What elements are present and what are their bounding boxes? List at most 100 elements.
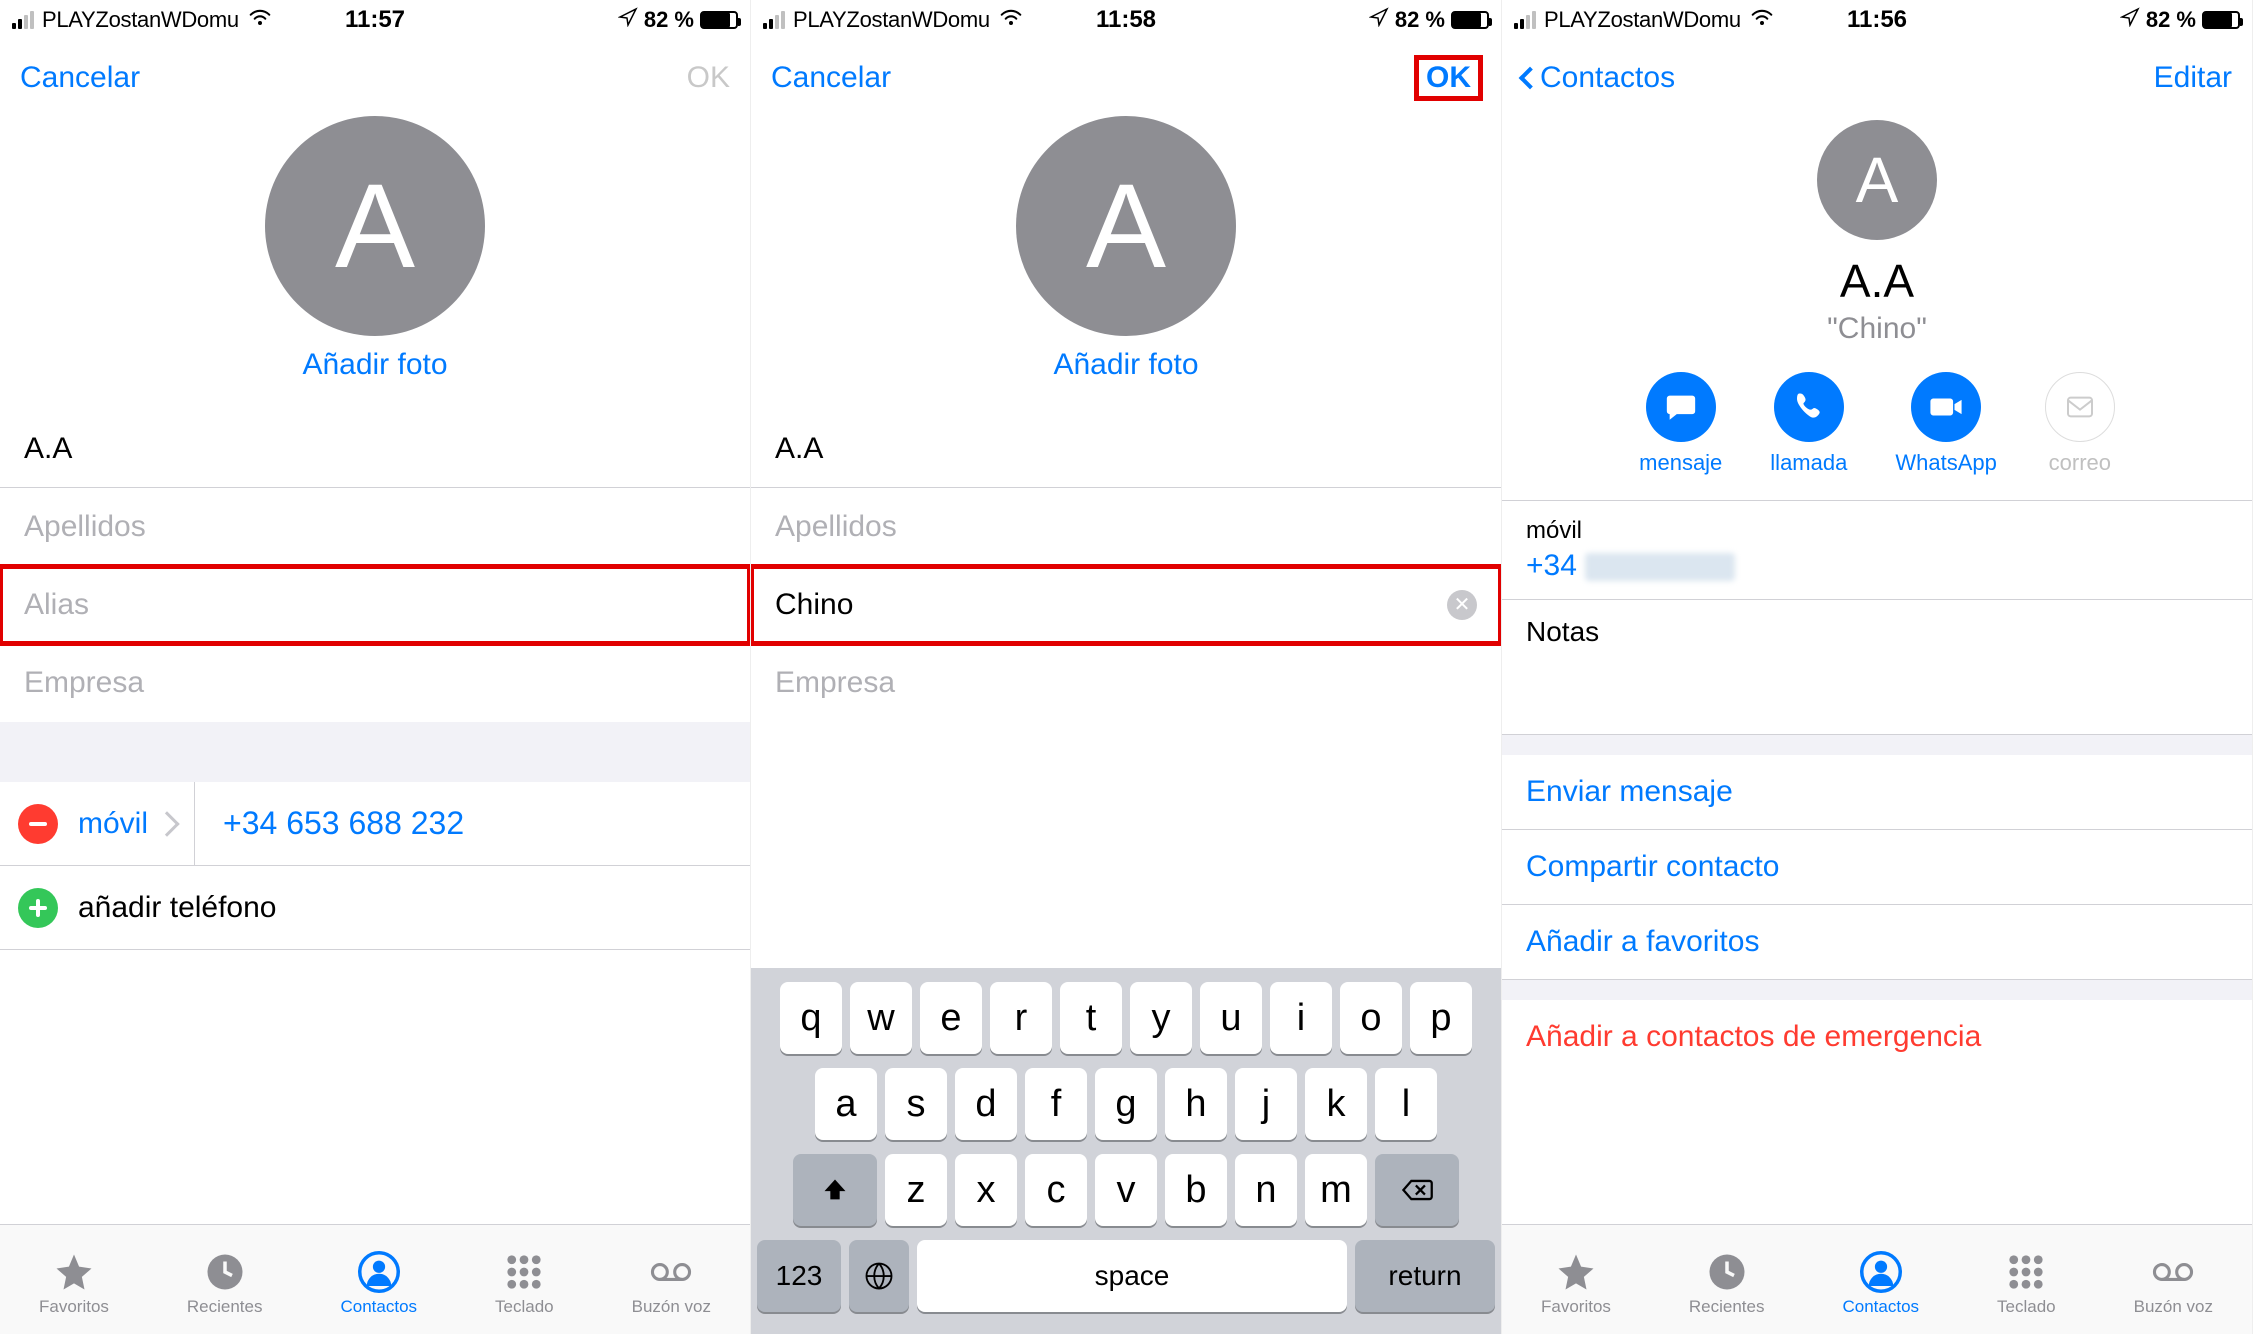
- contact-icon: [358, 1251, 400, 1293]
- clock: 11:57: [345, 6, 405, 34]
- key-i[interactable]: i: [1270, 982, 1332, 1054]
- carrier-label: PLAYZostanWDomu: [1544, 7, 1741, 33]
- quick-actions: mensaje llamada WhatsApp correo: [1639, 372, 2115, 476]
- alias-input[interactable]: [24, 588, 726, 622]
- alias-field[interactable]: ✕: [751, 566, 1501, 644]
- avatar-section: A Añadir foto: [751, 116, 1501, 410]
- emergency-contact-link[interactable]: Añadir a contactos de emergencia: [1502, 1000, 2252, 1074]
- company-input[interactable]: [24, 666, 726, 700]
- ok-button[interactable]: OK: [1416, 57, 1481, 99]
- first-name-input[interactable]: [775, 432, 1477, 466]
- share-contact-link[interactable]: Compartir contacto: [1502, 830, 2252, 905]
- avatar-placeholder[interactable]: A: [265, 116, 485, 336]
- carrier-label: PLAYZostanWDomu: [42, 7, 239, 33]
- phone-row[interactable]: móvil +34 653 688 232: [0, 782, 750, 866]
- key-m[interactable]: m: [1305, 1154, 1367, 1226]
- key-n[interactable]: n: [1235, 1154, 1297, 1226]
- key-d[interactable]: d: [955, 1068, 1017, 1140]
- tab-keypad[interactable]: Teclado: [1997, 1251, 2056, 1317]
- return-key[interactable]: return: [1355, 1240, 1495, 1312]
- delete-phone-icon[interactable]: [18, 804, 58, 844]
- first-name-field[interactable]: [0, 410, 750, 488]
- tab-voicemail[interactable]: Buzón voz: [2134, 1251, 2213, 1317]
- voicemail-icon: [650, 1251, 692, 1293]
- backspace-key[interactable]: [1375, 1154, 1459, 1226]
- pane-edit-contact-alias-filled: PLAYZostanWDomu 11:58 82 % Cancelar OK A…: [751, 0, 1502, 1334]
- tab-recents[interactable]: Recientes: [187, 1251, 263, 1317]
- key-o[interactable]: o: [1340, 982, 1402, 1054]
- add-favorites-link[interactable]: Añadir a favoritos: [1502, 905, 2252, 980]
- key-r[interactable]: r: [990, 982, 1052, 1054]
- edit-button[interactable]: Editar: [2154, 61, 2232, 95]
- last-name-field[interactable]: [751, 488, 1501, 566]
- cancel-button[interactable]: Cancelar: [771, 61, 891, 95]
- action-call[interactable]: llamada: [1770, 372, 1847, 476]
- key-p[interactable]: p: [1410, 982, 1472, 1054]
- alias-input[interactable]: [775, 588, 1447, 622]
- tab-contacts[interactable]: Contactos: [1842, 1251, 1919, 1317]
- tab-recents[interactable]: Recientes: [1689, 1251, 1765, 1317]
- key-h[interactable]: h: [1165, 1068, 1227, 1140]
- shift-key[interactable]: [793, 1154, 877, 1226]
- notes-row[interactable]: Notas: [1502, 600, 2252, 735]
- numbers-key[interactable]: 123: [757, 1240, 841, 1312]
- company-field[interactable]: [751, 644, 1501, 722]
- chevron-back-icon: [1519, 67, 1542, 90]
- key-s[interactable]: s: [885, 1068, 947, 1140]
- last-name-input[interactable]: [24, 510, 726, 544]
- alias-field[interactable]: [0, 566, 750, 644]
- tab-voicemail[interactable]: Buzón voz: [632, 1251, 711, 1317]
- globe-key[interactable]: [849, 1240, 909, 1312]
- avatar-placeholder[interactable]: A: [1016, 116, 1236, 336]
- key-z[interactable]: z: [885, 1154, 947, 1226]
- clear-alias-icon[interactable]: ✕: [1447, 590, 1477, 620]
- key-w[interactable]: w: [850, 982, 912, 1054]
- phone-type-button[interactable]: móvil: [78, 807, 194, 841]
- add-photo-button[interactable]: Añadir foto: [1053, 348, 1198, 382]
- star-icon: [53, 1251, 95, 1293]
- send-message-link[interactable]: Enviar mensaje: [1502, 755, 2252, 830]
- action-message[interactable]: mensaje: [1639, 372, 1722, 476]
- space-key[interactable]: space: [917, 1240, 1347, 1312]
- phone-info-row[interactable]: móvil +34: [1502, 500, 2252, 600]
- company-input[interactable]: [775, 666, 1477, 700]
- tab-favorites[interactable]: Favoritos: [1541, 1251, 1611, 1317]
- tab-favorites[interactable]: Favoritos: [39, 1251, 109, 1317]
- key-e[interactable]: e: [920, 982, 982, 1054]
- last-name-input[interactable]: [775, 510, 1477, 544]
- tab-keypad[interactable]: Teclado: [495, 1251, 554, 1317]
- status-bar: PLAYZostanWDomu 11:56 82 %: [1502, 0, 2252, 40]
- key-b[interactable]: b: [1165, 1154, 1227, 1226]
- keypad-icon: [503, 1251, 545, 1293]
- back-button[interactable]: Contactos: [1522, 61, 1675, 95]
- key-j[interactable]: j: [1235, 1068, 1297, 1140]
- company-field[interactable]: [0, 644, 750, 722]
- key-q[interactable]: q: [780, 982, 842, 1054]
- add-photo-button[interactable]: Añadir foto: [302, 348, 447, 382]
- key-k[interactable]: k: [1305, 1068, 1367, 1140]
- keyboard[interactable]: qwertyuiop asdfghjkl zxcvbnm 123 space r…: [751, 968, 1501, 1334]
- battery-text: 82 %: [644, 7, 694, 33]
- cancel-button[interactable]: Cancelar: [20, 61, 140, 95]
- key-g[interactable]: g: [1095, 1068, 1157, 1140]
- key-u[interactable]: u: [1200, 982, 1262, 1054]
- key-c[interactable]: c: [1025, 1154, 1087, 1226]
- add-phone-row[interactable]: añadir teléfono: [0, 866, 750, 950]
- key-l[interactable]: l: [1375, 1068, 1437, 1140]
- key-a[interactable]: a: [815, 1068, 877, 1140]
- first-name-field[interactable]: [751, 410, 1501, 488]
- clock-icon: [1706, 1251, 1748, 1293]
- battery-text: 82 %: [1395, 7, 1445, 33]
- location-icon: [618, 6, 638, 34]
- last-name-field[interactable]: [0, 488, 750, 566]
- key-v[interactable]: v: [1095, 1154, 1157, 1226]
- key-x[interactable]: x: [955, 1154, 1017, 1226]
- key-y[interactable]: y: [1130, 982, 1192, 1054]
- add-phone-icon[interactable]: [18, 888, 58, 928]
- tab-contacts[interactable]: Contactos: [340, 1251, 417, 1317]
- phone-number[interactable]: +34 653 688 232: [223, 805, 464, 842]
- action-video[interactable]: WhatsApp: [1895, 372, 1997, 476]
- key-t[interactable]: t: [1060, 982, 1122, 1054]
- first-name-input[interactable]: [24, 432, 726, 466]
- key-f[interactable]: f: [1025, 1068, 1087, 1140]
